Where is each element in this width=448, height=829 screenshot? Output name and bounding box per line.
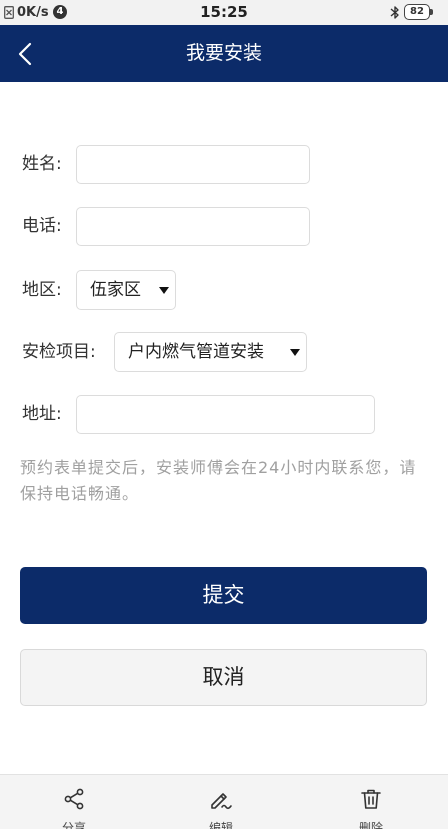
page-title: 我要安装: [185, 42, 262, 64]
app-header: 我要安装: [0, 25, 448, 82]
district-select[interactable]: 伍家区: [76, 270, 176, 310]
status-time: 15:25: [200, 3, 248, 21]
back-button[interactable]: [8, 33, 42, 74]
edit-button[interactable]: 编辑: [191, 775, 251, 829]
trash-icon: [361, 789, 381, 809]
project-select[interactable]: 户内燃气管道安装: [114, 332, 307, 372]
share-icon: [64, 788, 84, 810]
bottom-toolbar: 分享 编辑 删除: [0, 774, 448, 829]
phone-label: 电话:: [22, 216, 62, 236]
dropdown-arrow-icon: [159, 287, 169, 294]
district-label: 地区:: [22, 280, 62, 300]
name-label: 姓名:: [22, 154, 62, 174]
delete-label: 删除: [358, 821, 383, 829]
edit-icon: [211, 793, 232, 810]
no-sim-icon: [4, 6, 14, 19]
network-speed: 0K/s: [17, 5, 49, 20]
project-label: 安检项目:: [22, 342, 96, 362]
submit-button[interactable]: 提交: [20, 567, 427, 624]
battery-icon: 82: [404, 4, 430, 20]
share-button[interactable]: 分享: [44, 775, 104, 829]
share-label: 分享: [61, 821, 86, 829]
chevron-left-icon: [18, 42, 32, 65]
address-label: 地址:: [22, 404, 62, 424]
dropdown-arrow-icon: [290, 349, 300, 356]
status-bar: 0K/s 4 15:25 82: [0, 0, 448, 25]
name-input[interactable]: [76, 145, 310, 184]
notice-text: 预约表单提交后，安装师傅会在24小时内联系您，请保持电话畅通。: [20, 458, 417, 503]
district-selected-value: 伍家区: [90, 280, 141, 300]
app-screen: 0K/s 4 15:25 82 我要安装 姓名: 电话: 地区: 伍家区 安检项…: [0, 0, 448, 829]
edit-label: 编辑: [208, 821, 233, 829]
cancel-button[interactable]: 取消: [20, 649, 427, 706]
project-selected-value: 户内燃气管道安装: [128, 342, 264, 362]
phone-input[interactable]: [76, 207, 310, 246]
notification-count-badge: 4: [53, 5, 67, 19]
address-input[interactable]: [76, 395, 375, 434]
bluetooth-icon: [390, 6, 399, 19]
delete-button[interactable]: 删除: [341, 775, 401, 829]
battery-nub: [430, 9, 433, 15]
